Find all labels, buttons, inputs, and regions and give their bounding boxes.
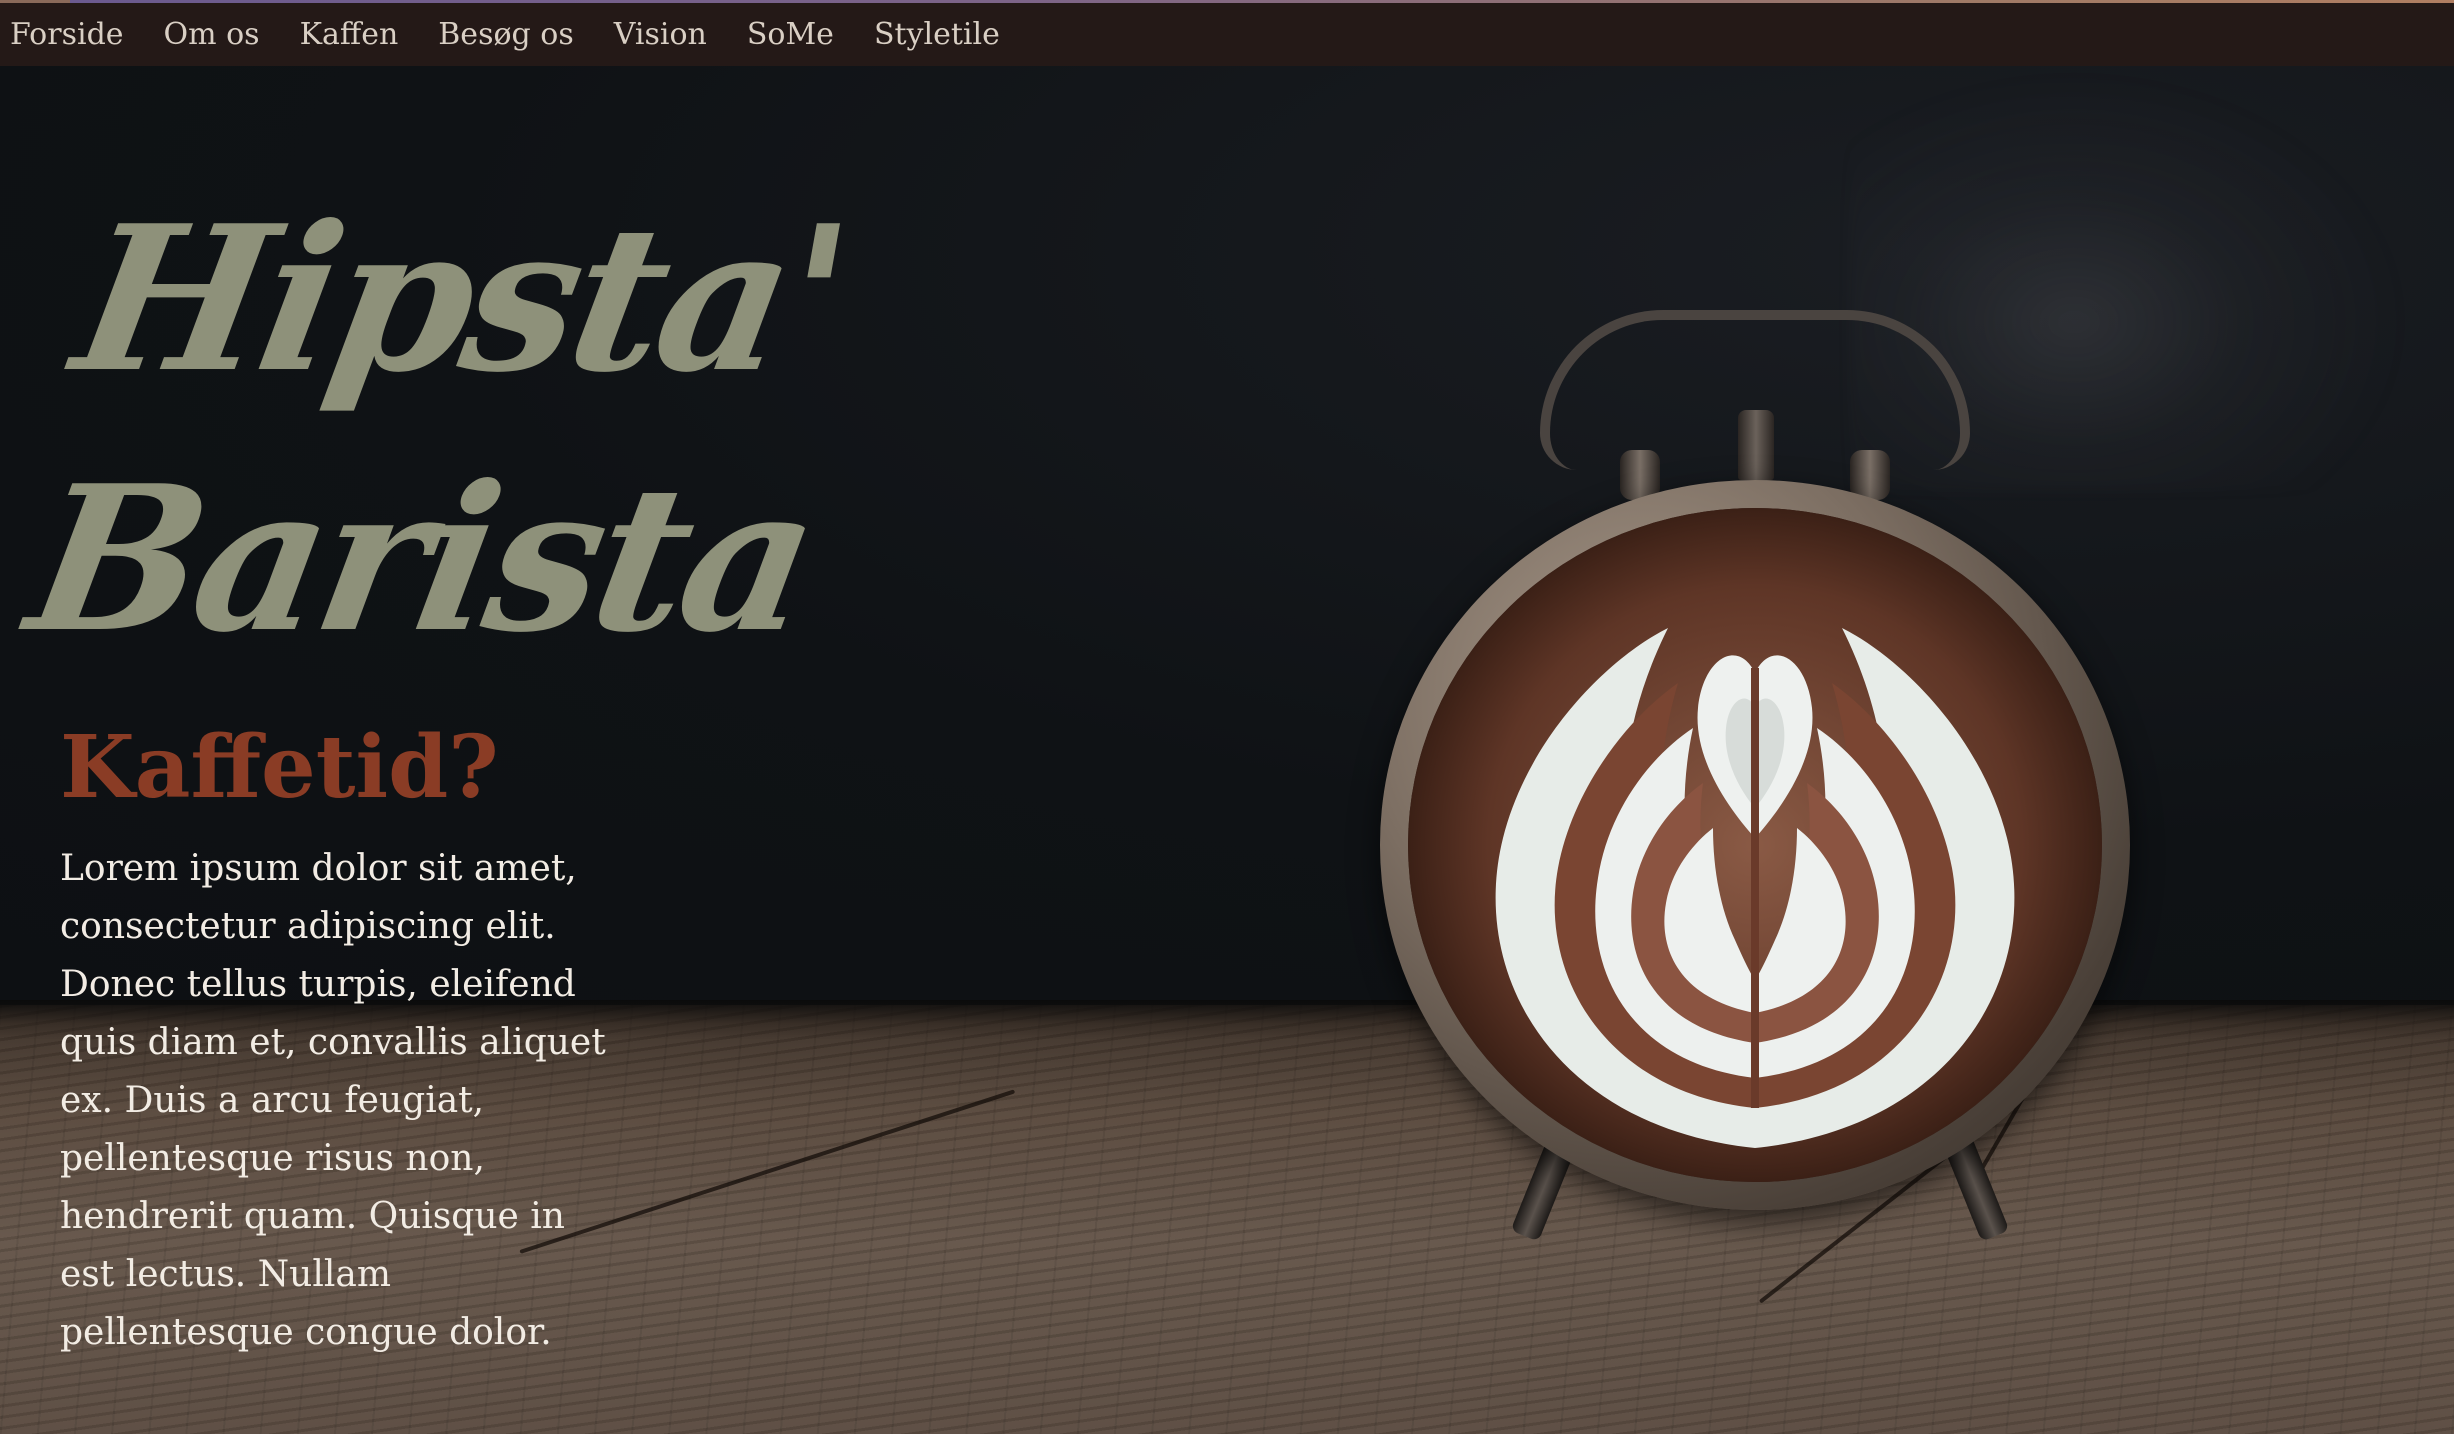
- latte-art-icon: [1408, 508, 2102, 1182]
- page: Forside Om os Kaffen Besøg os Vision SoM…: [0, 0, 2454, 1434]
- nav-item-vision[interactable]: Vision: [614, 17, 707, 52]
- hero-subtitle: Kaffetid?: [60, 717, 499, 818]
- clock-face: [1408, 508, 2102, 1182]
- hero-section: Hipsta' Barista: [14, 170, 860, 690]
- nav-item-om-os[interactable]: Om os: [164, 17, 260, 52]
- alarm-clock-image: [1380, 310, 2140, 1250]
- hero-title-line2: Barista: [14, 442, 829, 677]
- nav-item-styletile[interactable]: Styletile: [874, 17, 1000, 52]
- clock-rim: [1380, 480, 2130, 1210]
- hero-body-text: Lorem ipsum dolor sit amet, consectetur …: [60, 848, 606, 1353]
- main-nav: Forside Om os Kaffen Besøg os Vision SoM…: [0, 0, 2454, 66]
- nav-item-some[interactable]: SoMe: [747, 17, 834, 52]
- nav-item-kaffen[interactable]: Kaffen: [300, 17, 399, 52]
- hero-title-line1: Hipsta': [60, 182, 861, 417]
- nav-item-besog-os[interactable]: Besøg os: [438, 17, 573, 52]
- hero-title: Hipsta' Barista: [12, 170, 860, 690]
- clock-knob: [1738, 410, 1774, 480]
- nav-item-forside[interactable]: Forside: [10, 17, 124, 52]
